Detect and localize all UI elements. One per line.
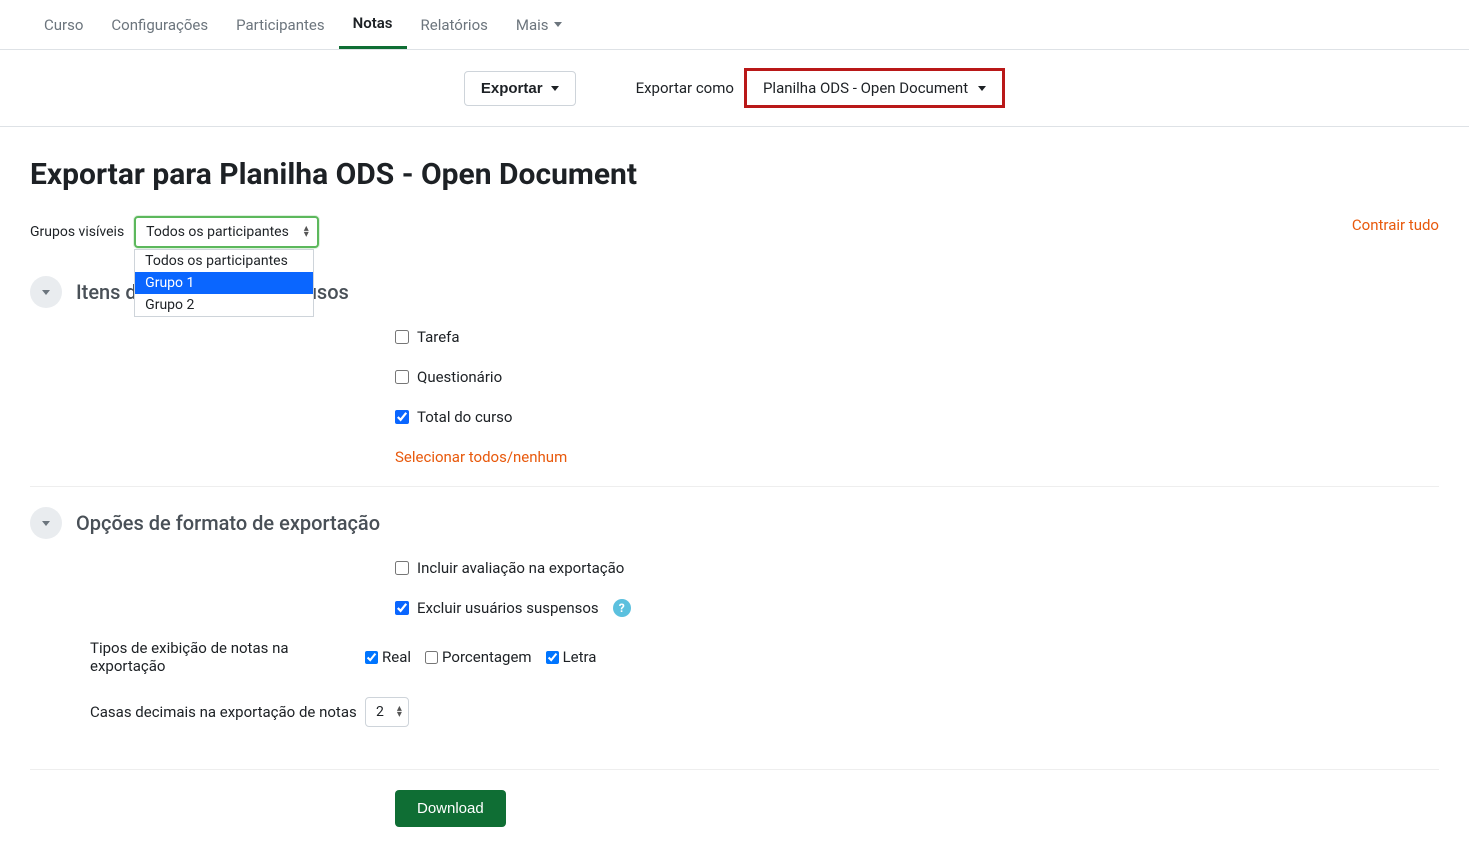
export-as-select[interactable]: Planilha ODS - Open Document <box>744 68 1005 108</box>
nav-tab-curso[interactable]: Curso <box>30 0 97 49</box>
sort-icon: ▴▾ <box>304 226 309 238</box>
nav-tab-label: Relatórios <box>421 16 488 34</box>
select-all-none-link[interactable]: Selecionar todos/nenhum <box>395 448 1439 466</box>
export-as-label: Exportar como <box>636 79 734 97</box>
display-type-option: Letra <box>546 648 597 666</box>
visible-groups-value: Todos os participantes <box>146 224 289 240</box>
export-as-group: Exportar como Planilha ODS - Open Docume… <box>636 68 1006 108</box>
export-button-label: Exportar <box>481 80 543 97</box>
display-type-checkbox[interactable] <box>546 651 559 664</box>
grade-item-checkbox[interactable] <box>395 370 409 384</box>
display-type-checkbox[interactable] <box>425 651 438 664</box>
nav-tab-label: Configurações <box>111 16 208 34</box>
decimals-label: Casas decimais na exportação de notas <box>30 703 365 721</box>
format-options-top: Incluir avaliação na exportação Excluir … <box>395 559 1439 617</box>
collapse-toggle[interactable] <box>30 507 62 539</box>
display-types-row: Tipos de exibição de notas na exportação… <box>30 639 1439 675</box>
nav-tab-label: Participantes <box>236 16 325 34</box>
grade-item-label: Questionário <box>417 368 502 386</box>
nav-tab-label: Mais <box>516 16 549 34</box>
grade-items-list: Tarefa Questionário Total do curso Selecion… <box>395 328 1439 466</box>
collapse-all-link[interactable]: Contrair tudo <box>1352 216 1439 234</box>
grade-item-checkbox[interactable] <box>395 410 409 424</box>
nav-tab-configurações[interactable]: Configurações <box>97 0 222 49</box>
decimals-input-col: 2 ▴▾ <box>365 697 409 727</box>
display-type-option: Porcentagem <box>425 648 532 666</box>
nav-tab-notas[interactable]: Notas <box>339 0 407 49</box>
chevron-down-icon <box>551 86 559 91</box>
nav-tabs: Curso Configurações Participantes Notas Rela… <box>0 0 1469 50</box>
include-feedback-label: Incluir avaliação na exportação <box>417 559 624 577</box>
section-export-format: Opções de formato de exportação Incluir … <box>30 507 1439 770</box>
decimals-row: Casas decimais na exportação de notas 2 … <box>30 697 1439 727</box>
visible-groups-label: Grupos visíveis <box>30 216 124 240</box>
display-type-label: Porcentagem <box>442 648 532 666</box>
help-icon[interactable]: ? <box>613 599 631 617</box>
decimals-value: 2 <box>376 704 384 720</box>
sort-icon: ▴▾ <box>397 706 402 718</box>
dropdown-option[interactable]: Grupo 1 <box>135 272 313 294</box>
dropdown-option[interactable]: Grupo 2 <box>135 294 313 316</box>
visible-groups-select[interactable]: Todos os participantes ▴▾ <box>134 216 319 248</box>
grade-item-row: Total do curso <box>395 408 1439 426</box>
export-button[interactable]: Exportar <box>464 71 576 106</box>
export-toolbar: Exportar Exportar como Planilha ODS - Op… <box>0 50 1469 127</box>
page-title: Exportar para Planilha ODS - Open Docume… <box>30 157 1439 192</box>
chevron-down-icon <box>42 521 50 526</box>
decimals-select[interactable]: 2 ▴▾ <box>365 697 409 727</box>
section-title-format: Opções de formato de exportação <box>76 511 380 535</box>
include-feedback-checkbox[interactable] <box>395 561 409 575</box>
grade-item-row: Tarefa <box>395 328 1439 346</box>
nav-tab-label: Curso <box>44 16 83 34</box>
export-as-value: Planilha ODS - Open Document <box>763 79 968 97</box>
chevron-down-icon <box>42 290 50 295</box>
include-feedback-row: Incluir avaliação na exportação <box>395 559 1439 577</box>
display-types-label: Tipos de exibição de notas na exportação <box>30 639 365 675</box>
display-type-label: Real <box>382 648 411 666</box>
dropdown-option[interactable]: Todos os participantes <box>135 250 313 272</box>
exclude-suspended-row: Excluir usuários suspensos ? <box>395 599 1439 617</box>
grade-item-label: Tarefa <box>417 328 460 346</box>
nav-tab-relatórios[interactable]: Relatórios <box>407 0 502 49</box>
download-button[interactable]: Download <box>395 790 506 827</box>
grade-item-checkbox[interactable] <box>395 330 409 344</box>
visible-groups-row: Grupos visíveis Todos os participantes ▴… <box>30 216 1352 248</box>
display-types-checks: Real Porcentagem Letra <box>365 648 596 666</box>
chevron-down-icon <box>978 86 986 91</box>
display-type-option: Real <box>365 648 411 666</box>
display-type-label: Letra <box>563 648 597 666</box>
grade-item-row: Questionário <box>395 368 1439 386</box>
exclude-suspended-label: Excluir usuários suspensos <box>417 599 599 617</box>
collapse-toggle[interactable] <box>30 276 62 308</box>
chevron-down-icon <box>554 22 562 27</box>
visible-groups-select-wrap: Todos os participantes ▴▾ Todos os parti… <box>134 216 319 248</box>
submit-row: Download <box>395 790 1439 827</box>
exclude-suspended-checkbox[interactable] <box>395 601 409 615</box>
visible-groups-dropdown: Todos os participantesGrupo 1Grupo 2 <box>134 249 314 317</box>
grade-item-label: Total do curso <box>417 408 512 426</box>
page-content: Exportar para Planilha ODS - Open Docume… <box>0 127 1469 857</box>
nav-tab-participantes[interactable]: Participantes <box>222 0 339 49</box>
nav-tab-mais[interactable]: Mais <box>502 0 576 49</box>
section-header-format: Opções de formato de exportação <box>30 507 1439 539</box>
nav-tab-label: Notas <box>353 14 393 32</box>
display-type-checkbox[interactable] <box>365 651 378 664</box>
